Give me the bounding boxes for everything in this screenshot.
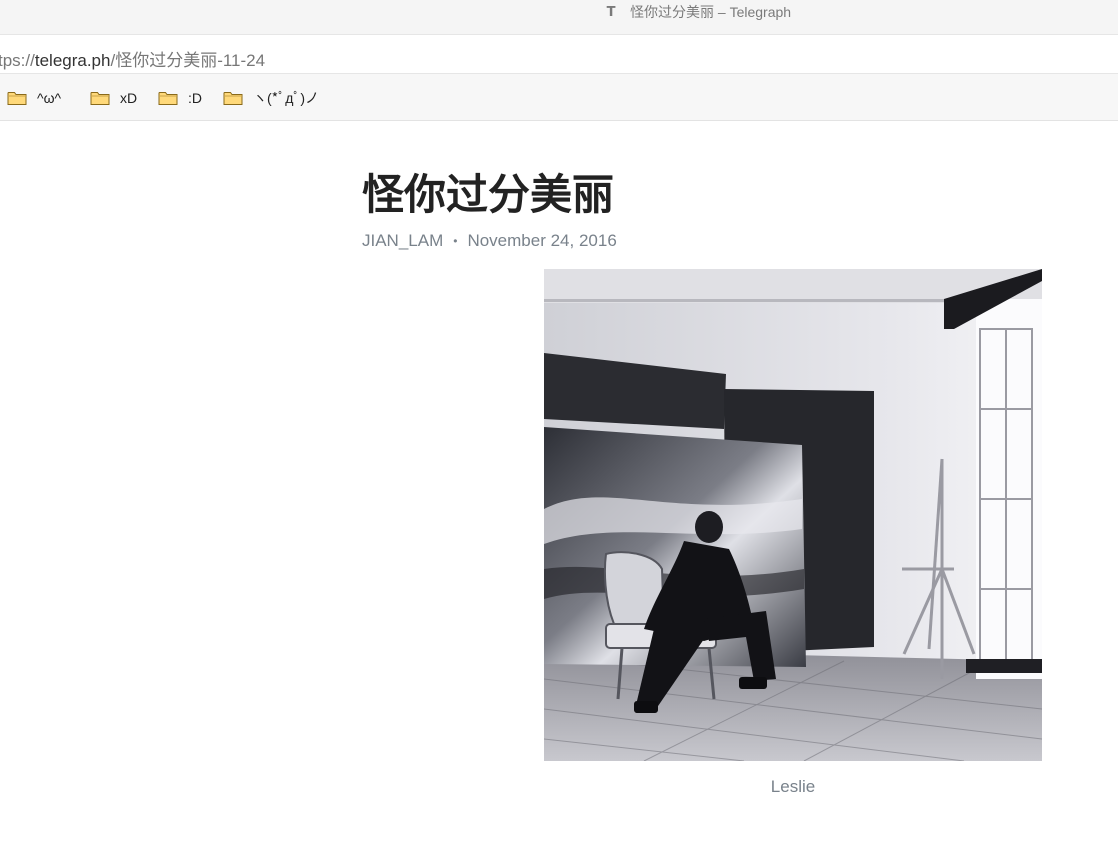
article-meta: JIAN_LAM • November 24, 2016	[362, 231, 617, 251]
article-photo	[544, 269, 1042, 761]
url-scheme: tps://	[0, 51, 35, 70]
folder-icon	[7, 90, 27, 106]
folder-icon	[158, 90, 178, 106]
active-tab[interactable]: T 怪你过分美丽 – Telegraph	[604, 4, 792, 20]
photo-caption: Leslie	[770, 777, 816, 796]
photo-illustration	[544, 269, 1042, 761]
url-text[interactable]: tps://telegra.ph/怪你过分美丽-11-24	[0, 46, 265, 71]
article: 怪你过分美丽 JIAN_LAM • November 24, 2016 Lesl…	[0, 121, 1118, 854]
tab-title: 怪你过分美丽 – Telegraph	[630, 4, 792, 20]
folder-icon	[223, 90, 243, 106]
url-host: telegra.ph	[34, 51, 111, 70]
publish-date: November 24, 2016	[467, 231, 617, 250]
address-bar[interactable]: tps://telegra.ph/怪你过分美丽-11-24	[0, 34, 1118, 74]
url-path: /怪你过分美丽-11-24	[110, 51, 266, 70]
bookmark-folder-1[interactable]: ^ω^	[7, 88, 61, 108]
folder-icon	[90, 90, 110, 106]
article-title: 怪你过分美丽	[362, 171, 615, 218]
meta-separator: •	[453, 234, 458, 248]
author-link[interactable]: JIAN_LAM	[362, 231, 443, 251]
bookmark-label: :D	[188, 90, 202, 106]
bookmark-label: ヽ(*ﾟдﾟ)ノ	[253, 90, 320, 106]
bookmark-label: ^ω^	[37, 90, 62, 106]
bookmark-folder-2[interactable]: xD	[90, 88, 137, 108]
bookmark-folder-3[interactable]: :D	[158, 88, 202, 108]
title-bar: T 怪你过分美丽 – Telegraph	[0, 0, 1118, 34]
bookmark-label: xD	[120, 90, 138, 106]
telegraph-icon: T	[606, 4, 616, 20]
bookmarks-bar: ^ω^ xD :D ヽ(*ﾟдﾟ)ノ	[0, 74, 1118, 121]
bookmark-folder-4[interactable]: ヽ(*ﾟдﾟ)ノ	[223, 88, 319, 108]
